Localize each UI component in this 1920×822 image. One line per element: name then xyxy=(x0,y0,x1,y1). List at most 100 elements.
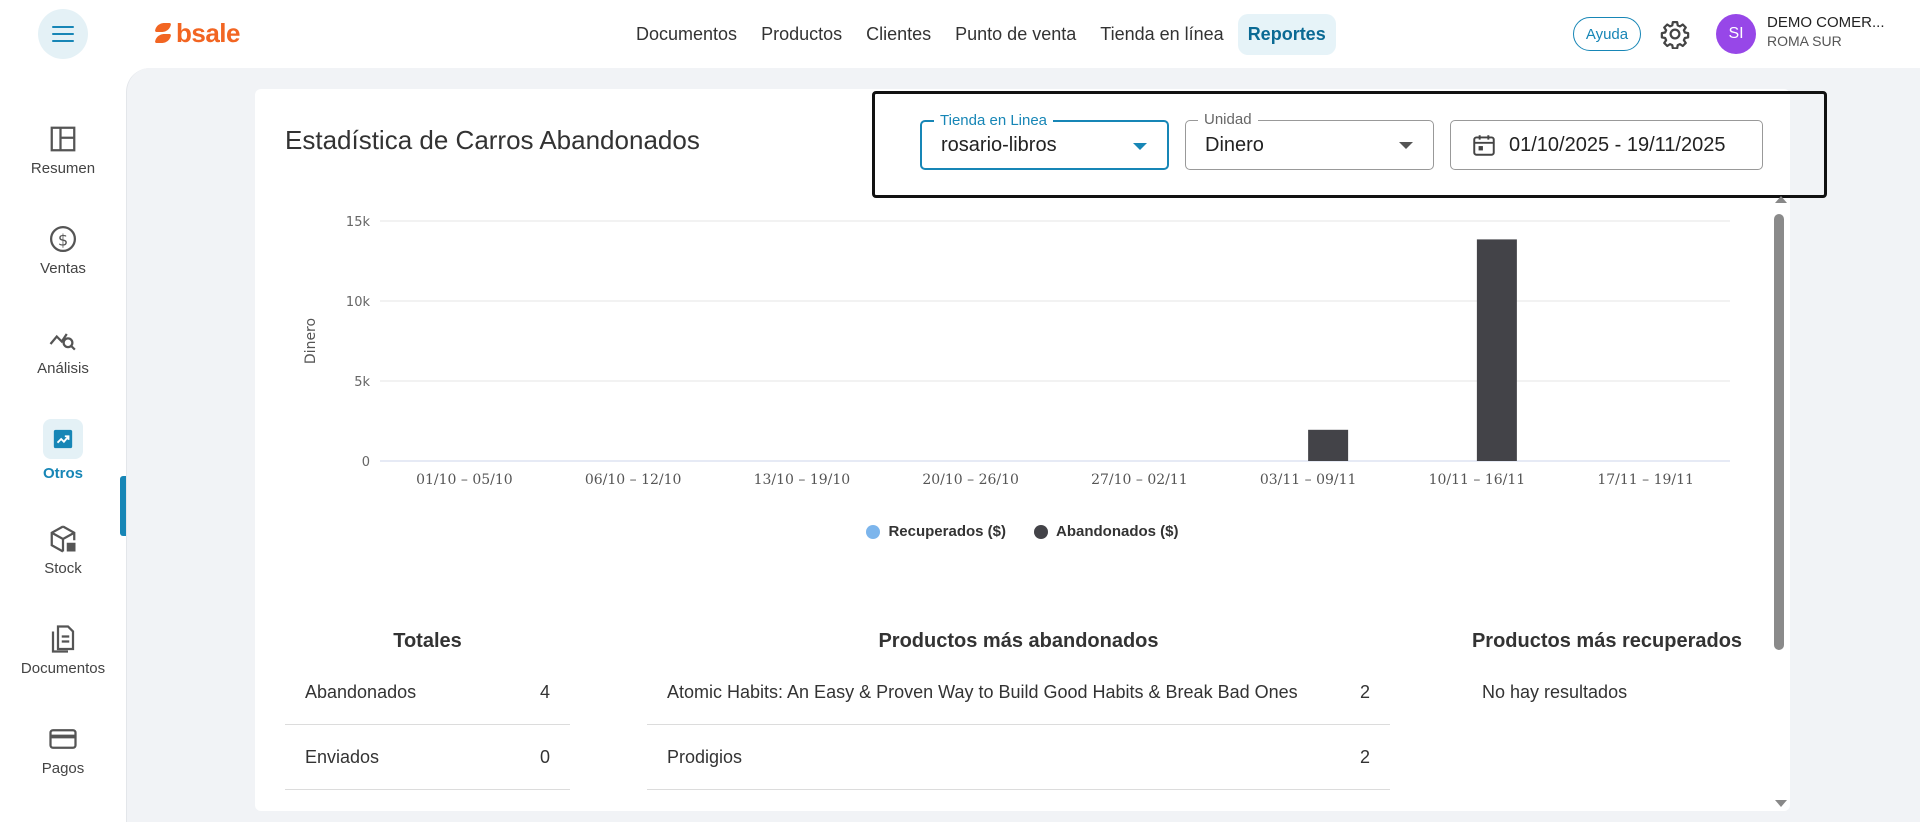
date-range-value: 01/10/2025 - 19/11/2025 xyxy=(1509,133,1726,156)
sidebar-item-label: Stock xyxy=(44,559,82,577)
nav-tienda-en-linea[interactable]: Tienda en línea xyxy=(1090,14,1233,55)
chevron-down-icon xyxy=(1399,142,1413,149)
nav-reportes[interactable]: Reportes xyxy=(1237,13,1336,55)
most-recovered-table: Productos más recuperados No hay resulta… xyxy=(1462,630,1752,725)
table-row: Atomic Habits: An Easy & Proven Way to B… xyxy=(647,660,1390,725)
legend-dot xyxy=(866,524,881,539)
main-nav: Documentos Productos Clientes Punto de v… xyxy=(626,13,1336,55)
legend-label: Abandonados ($) xyxy=(1056,523,1179,540)
nav-documentos[interactable]: Documentos xyxy=(626,14,747,55)
box-icon xyxy=(50,525,76,552)
row-value: 4 xyxy=(539,681,550,702)
sidebar: Resumen $ Ventas Análisis Otros Stock Do… xyxy=(0,68,126,822)
sidebar-item-ventas[interactable]: $ Ventas xyxy=(0,208,126,292)
sidebar-item-label: Resumen xyxy=(30,159,96,177)
y-axis-label: Dinero xyxy=(303,318,319,364)
sidebar-item-analisis[interactable]: Análisis xyxy=(0,308,126,392)
x-tick-label: 01/10 – 05/10 xyxy=(416,472,513,488)
legend-item[interactable]: Abandonados ($) xyxy=(1034,523,1179,540)
nav-punto-de-venta[interactable]: Punto de venta xyxy=(945,14,1086,55)
layout-icon xyxy=(50,126,76,151)
totals-title: Totales xyxy=(393,630,462,652)
help-button[interactable]: Ayuda xyxy=(1573,17,1641,51)
abandoned-carts-chart: 0 5k 10k 15k Dinero 01/10 – 05/10 06/10 – 12/1… xyxy=(303,215,1730,488)
sidebar-item-stock[interactable]: Stock xyxy=(0,508,126,592)
store-select-label: Tienda en Linea xyxy=(934,112,1054,129)
date-range-picker[interactable]: 01/10/2025 - 19/11/2025 xyxy=(1450,120,1763,170)
sidebar-item-documentos[interactable]: Documentos xyxy=(0,608,126,692)
sidebar-item-label: Análisis xyxy=(37,359,89,377)
x-tick-label: 17/11 – 19/11 xyxy=(1597,472,1694,488)
empty-text: No hay resultados xyxy=(1482,682,1628,702)
user-branch: ROMA SUR xyxy=(1767,33,1842,49)
logo-text: bsale xyxy=(176,17,241,48)
table-row: Enviados 0 xyxy=(285,725,570,790)
calendar-icon xyxy=(1473,135,1495,156)
sidebar-item-label: Otros xyxy=(42,464,83,482)
sidebar-item-label: Pagos xyxy=(41,759,85,777)
bsale-logo[interactable]: bsale xyxy=(154,16,241,50)
x-tick-label: 20/10 – 26/10 xyxy=(922,472,1019,488)
user-name: DEMO COMER... xyxy=(1767,14,1885,31)
store-select[interactable]: Tienda en Linea rosario-libros xyxy=(920,112,1169,170)
y-tick-label: 5k xyxy=(354,375,370,390)
sidebar-item-resumen[interactable]: Resumen xyxy=(0,108,126,192)
scrollbar[interactable] xyxy=(1771,196,1787,810)
legend-dot xyxy=(1034,524,1049,539)
sidebar-item-pagos[interactable]: Pagos xyxy=(0,708,126,792)
nav-productos[interactable]: Productos xyxy=(751,14,852,55)
scroll-up-arrow[interactable] xyxy=(1775,196,1787,203)
sidebar-item-label: Documentos xyxy=(20,659,106,677)
avatar[interactable]: SI xyxy=(1716,14,1756,54)
unit-select-value: Dinero xyxy=(1205,133,1264,156)
bar-abandonados xyxy=(1476,239,1517,461)
table-row: Prodigios 2 xyxy=(647,725,1390,790)
row-value: 2 xyxy=(1359,681,1370,702)
chart-legend: Recuperados ($) Abandonados ($) xyxy=(255,523,1790,540)
dollar-icon: $ xyxy=(50,225,76,252)
row-value: 2 xyxy=(1359,746,1370,767)
x-tick-label: 06/10 – 12/10 xyxy=(585,472,682,488)
menu-icon[interactable] xyxy=(38,9,88,59)
card-icon xyxy=(49,728,77,749)
totals-table: Totales Abandonados 4 Enviados 0 xyxy=(285,630,570,790)
nav-clientes[interactable]: Clientes xyxy=(856,14,941,55)
x-tick-label: 13/10 – 19/10 xyxy=(754,472,851,488)
x-tick-label: 10/11 – 16/11 xyxy=(1429,472,1526,488)
scroll-thumb[interactable] xyxy=(1774,214,1784,650)
logo-mark xyxy=(154,20,172,46)
row-label: Prodigios xyxy=(667,746,743,767)
store-select-value: rosario-libros xyxy=(941,133,1057,156)
document-icon xyxy=(51,624,75,653)
unit-select[interactable]: Unidad Dinero xyxy=(1185,111,1434,170)
svg-text:$: $ xyxy=(58,230,68,249)
most-recovered-title: Productos más recuperados xyxy=(1471,630,1743,652)
scroll-down-arrow[interactable] xyxy=(1775,800,1787,807)
most-abandoned-table: Productos más abandonados Atomic Habits:… xyxy=(647,630,1390,790)
page-title: Estadística de Carros Abandonados xyxy=(285,125,700,155)
gear-icon[interactable] xyxy=(1660,19,1690,49)
row-label: Enviados xyxy=(305,746,380,767)
table-row: No hay resultados xyxy=(1462,660,1752,725)
legend-item[interactable]: Recuperados ($) xyxy=(866,523,1006,540)
row-label: Abandonados xyxy=(305,681,417,702)
trend-icon xyxy=(43,418,83,459)
y-tick-label: 10k xyxy=(346,295,371,310)
top-bar: bsale Documentos Productos Clientes Punt… xyxy=(0,0,1920,68)
y-tick-label: 0 xyxy=(362,455,370,470)
table-row: Abandonados 4 xyxy=(285,660,570,725)
unit-select-label: Unidad xyxy=(1198,111,1258,128)
row-label: Atomic Habits: An Easy & Proven Way to B… xyxy=(667,681,1298,702)
bar-abandonados xyxy=(1308,429,1349,461)
x-tick-label: 27/10 – 02/11 xyxy=(1091,472,1188,488)
sidebar-item-otros[interactable]: Otros xyxy=(0,408,126,492)
x-tick-label: 03/11 – 09/11 xyxy=(1260,472,1357,488)
most-abandoned-title: Productos más abandonados xyxy=(878,630,1159,652)
legend-label: Recuperados ($) xyxy=(888,523,1007,540)
y-tick-label: 15k xyxy=(346,215,371,230)
row-value: 0 xyxy=(539,746,550,767)
user-info[interactable]: DEMO COMER... ROMA SUR xyxy=(1767,14,1907,49)
sidebar-item-label: Ventas xyxy=(40,259,86,277)
analysis-icon xyxy=(49,332,76,350)
chevron-down-icon xyxy=(1133,143,1147,150)
